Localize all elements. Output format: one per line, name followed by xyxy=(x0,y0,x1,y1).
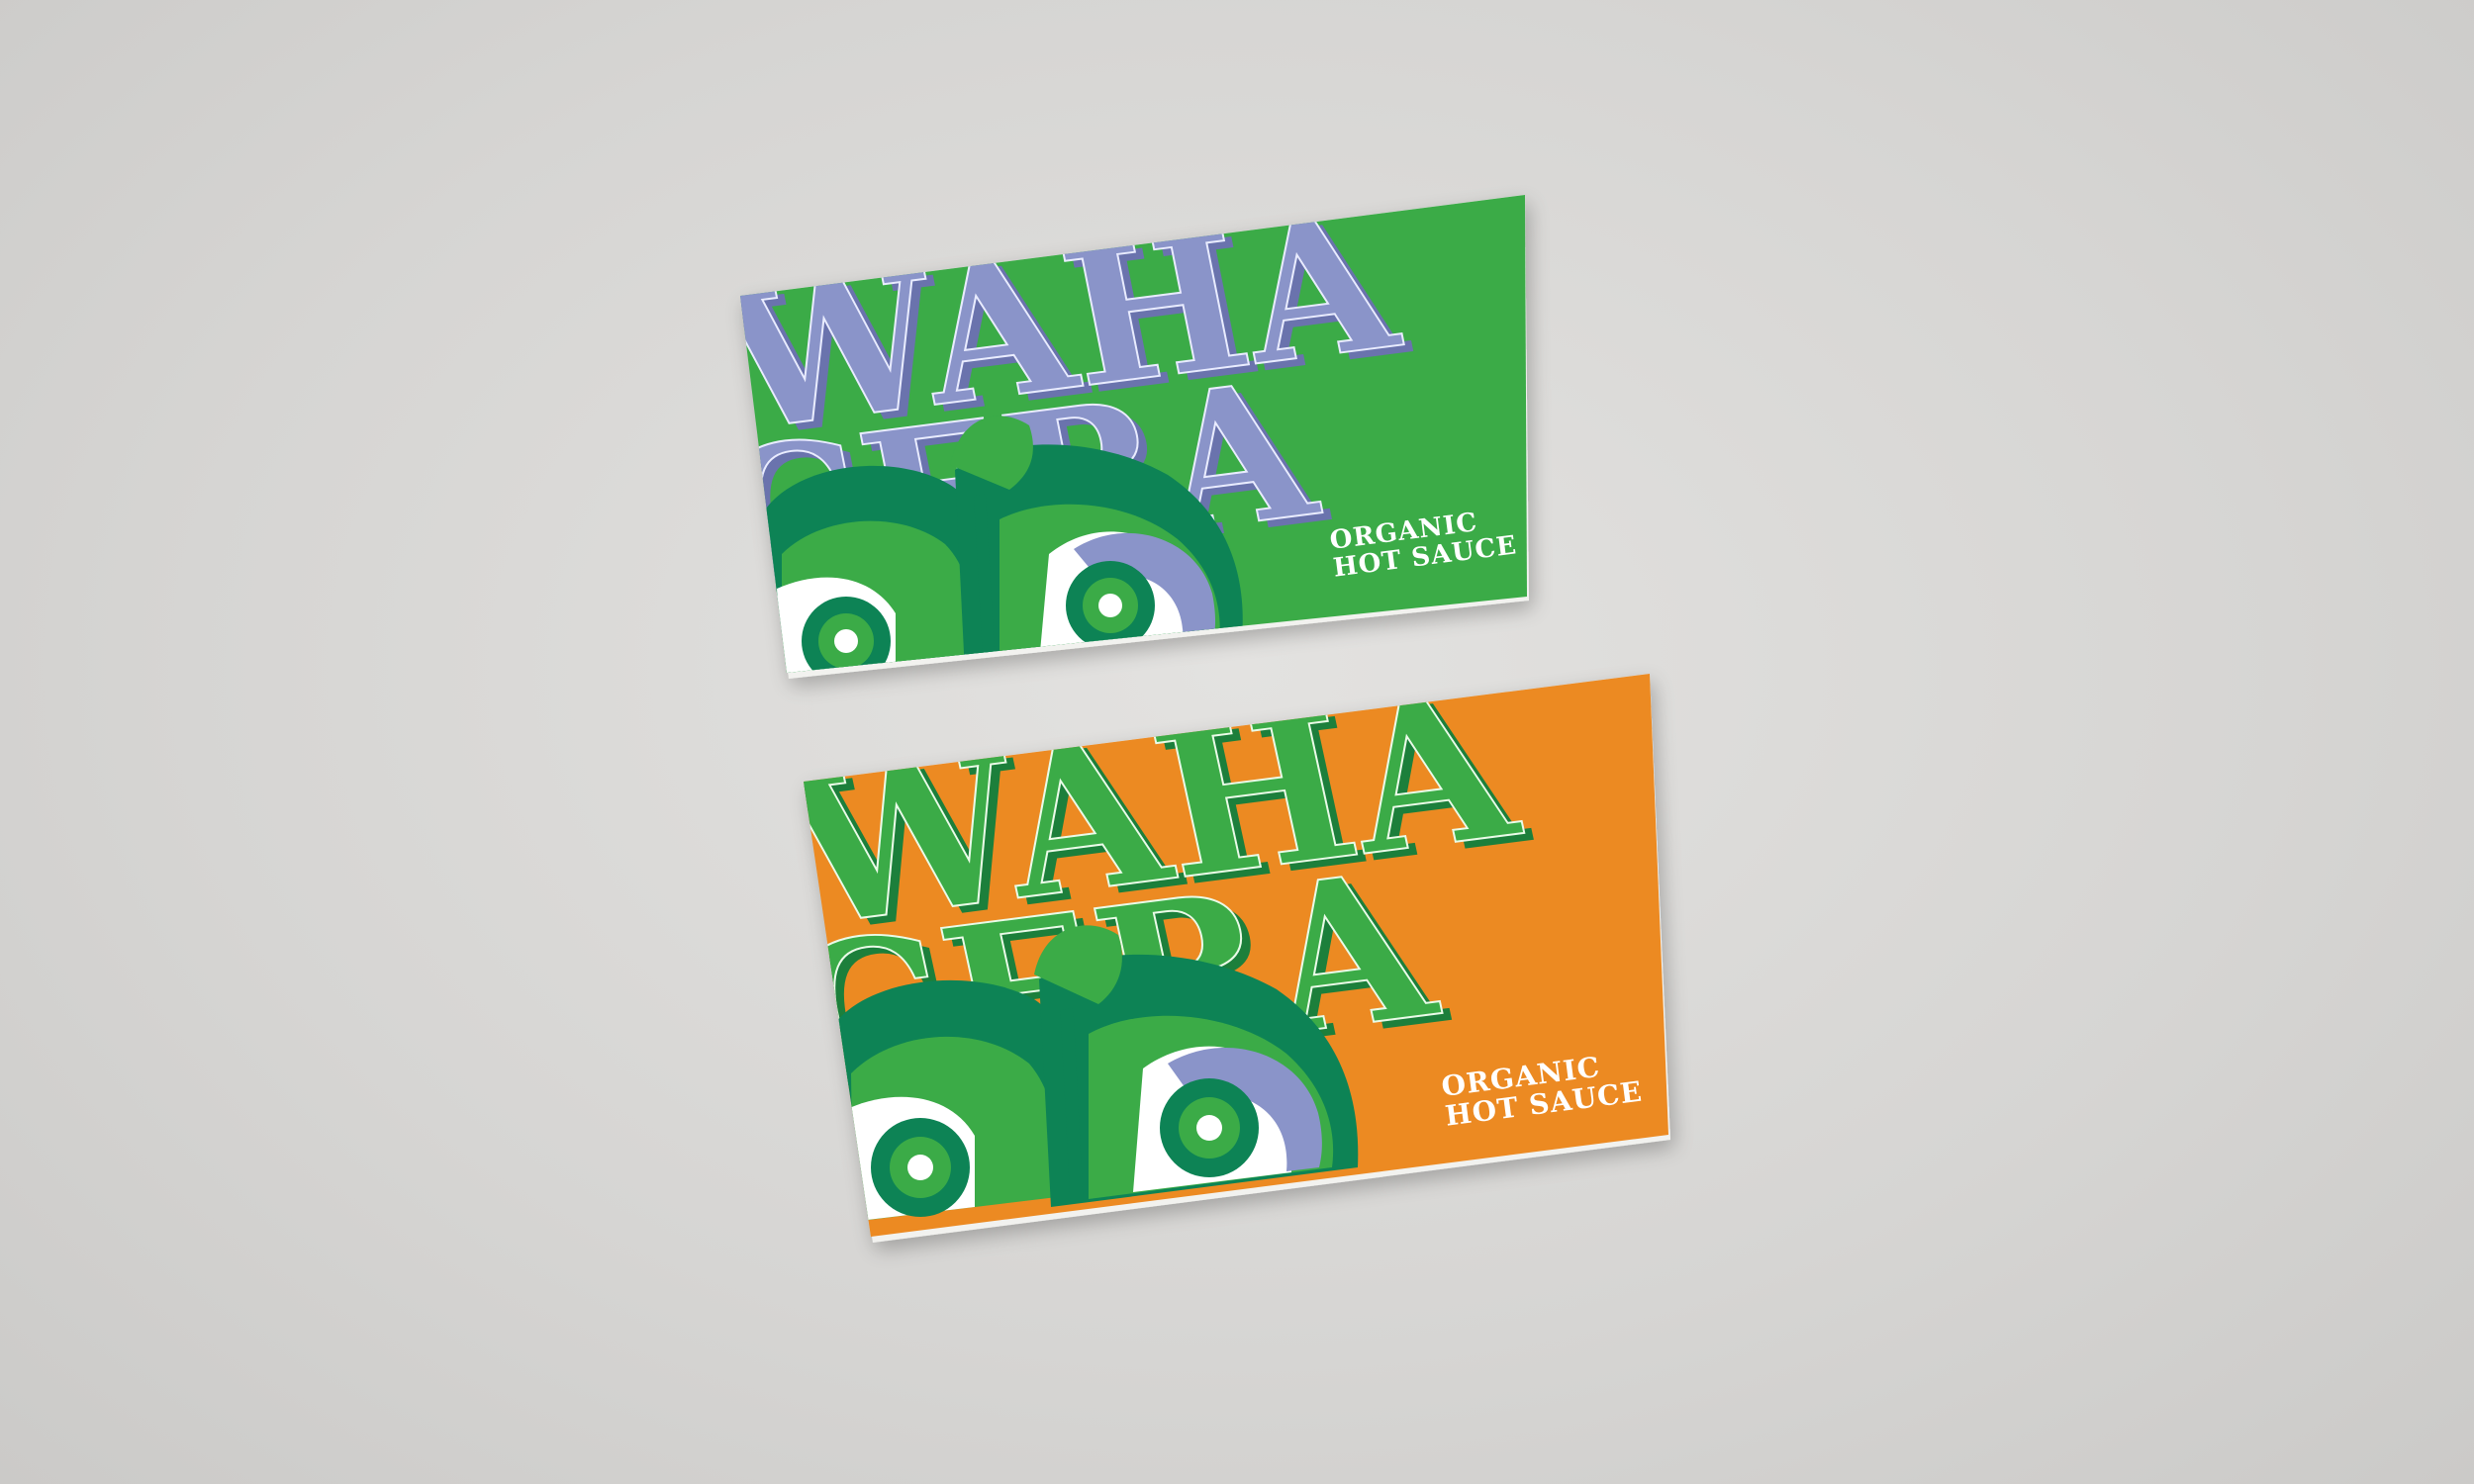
business-card-front-orange: WAHA CERA WAHA CERA WAHA CERA xyxy=(804,674,1670,1243)
mockup-scene: WAHA CERA WAHA CERA WAHA CERA xyxy=(740,195,1670,1243)
business-card-front-green: WAHA CERA WAHA CERA WAHA CERA xyxy=(740,195,1529,679)
